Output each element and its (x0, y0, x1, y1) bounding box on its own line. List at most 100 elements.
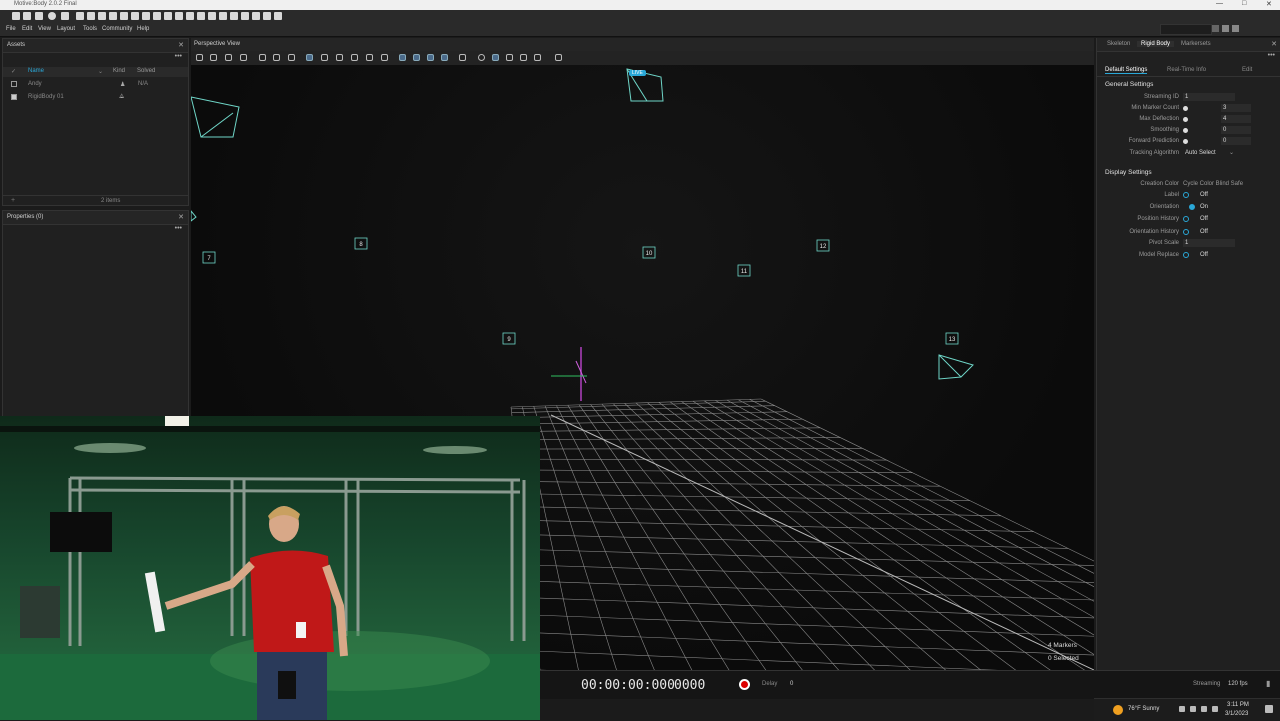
fps-meter-icon[interactable]: ▮ (1266, 679, 1270, 688)
record-icon[interactable] (120, 12, 128, 20)
search-box[interactable] (1160, 24, 1212, 35)
more-options-icon[interactable]: ••• (175, 53, 182, 60)
layout-toggle-icon[interactable] (1222, 25, 1229, 32)
col-solved[interactable]: Solved (137, 68, 155, 74)
view-3-icon[interactable] (427, 54, 434, 61)
eye-icon[interactable] (478, 54, 485, 61)
slider-handle[interactable] (1183, 128, 1188, 133)
layout-2-icon[interactable] (241, 12, 249, 20)
more-options-icon[interactable]: ••• (175, 225, 182, 232)
visibility-checkbox[interactable] (11, 81, 17, 87)
slider-handle[interactable] (1183, 139, 1188, 144)
tab-default-settings[interactable]: Default Settings (1105, 67, 1148, 74)
menu-file[interactable]: File (6, 26, 16, 32)
settings-icon[interactable] (48, 12, 56, 20)
camera-icon[interactable] (76, 12, 84, 20)
tab-edit[interactable]: Edit (1242, 67, 1252, 73)
weather-text[interactable]: 76°F Sunny (1128, 706, 1159, 712)
view-1-icon[interactable] (399, 54, 406, 61)
graph-icon[interactable] (131, 12, 139, 20)
marker-icon[interactable] (219, 12, 227, 20)
record-button[interactable] (739, 679, 750, 690)
sync-icon[interactable] (555, 54, 562, 61)
menu-layout[interactable]: Layout (57, 26, 75, 32)
clock-date[interactable]: 3/1/2023 (1225, 711, 1248, 717)
close-icon[interactable]: ✕ (1271, 40, 1277, 48)
tab-realtime-info[interactable]: Real-Time Info (1167, 67, 1206, 73)
filter-4-icon[interactable] (534, 54, 541, 61)
stop-icon[interactable] (61, 12, 69, 20)
rigidbody-pivot[interactable] (551, 347, 587, 401)
dropdown-icon[interactable] (1212, 25, 1219, 32)
menu-edit[interactable]: Edit (22, 26, 32, 32)
filter-2-icon[interactable] (506, 54, 513, 61)
weather-icon[interactable] (1113, 705, 1123, 715)
view-4-icon[interactable] (441, 54, 448, 61)
delay-input[interactable]: 0 (790, 681, 793, 687)
pivot-icon[interactable] (366, 54, 373, 61)
data-icon[interactable] (98, 12, 106, 20)
stream-icon[interactable] (175, 12, 183, 20)
maximize-button[interactable]: □ (1242, 0, 1246, 7)
open-icon[interactable] (12, 12, 20, 20)
move-icon[interactable] (321, 54, 328, 61)
model-replace-toggle[interactable] (1183, 252, 1189, 258)
tab-markersets[interactable]: Markersets (1181, 41, 1211, 47)
zoom-out-icon[interactable] (273, 54, 280, 61)
tab-skeleton[interactable]: Skeleton (1107, 41, 1130, 47)
tab-rigid-body[interactable]: Rigid Body (1137, 41, 1175, 47)
layout-4-icon[interactable] (263, 12, 271, 20)
filter-3-icon[interactable] (520, 54, 527, 61)
col-name[interactable]: Name (28, 68, 44, 74)
curve-icon[interactable] (186, 12, 194, 20)
close-icon[interactable]: ✕ (178, 41, 184, 49)
close-icon[interactable]: ✕ (178, 213, 184, 221)
calibrate-icon[interactable] (87, 12, 95, 20)
mic-icon[interactable] (1201, 706, 1207, 712)
grid-icon[interactable] (196, 54, 203, 61)
pivot-scale-field[interactable] (1183, 239, 1235, 247)
sync-icon[interactable] (197, 12, 205, 20)
select-icon[interactable] (306, 54, 313, 61)
zoom-in-icon[interactable] (259, 54, 266, 61)
layout-5-icon[interactable] (274, 12, 282, 20)
camera-frustum[interactable] (938, 354, 974, 380)
close-window-button[interactable]: ✕ (1266, 0, 1272, 8)
menu-help[interactable]: Help (137, 26, 149, 32)
label-toggle[interactable] (1183, 192, 1189, 198)
minimize-button[interactable]: — (1216, 0, 1223, 7)
layout-1-icon[interactable] (230, 12, 238, 20)
orientation-toggle[interactable] (1189, 204, 1195, 210)
orientation-history-toggle[interactable] (1183, 229, 1189, 235)
tools-icon[interactable] (164, 12, 172, 20)
list-item[interactable]: RigidBody 01 ⟁ (3, 92, 188, 104)
sort-icon[interactable]: ⌄ (98, 68, 103, 75)
list-item[interactable]: Andy ♟ N/A (3, 79, 188, 91)
pivot-icon[interactable] (208, 12, 216, 20)
network-icon[interactable] (1190, 706, 1196, 712)
save-icon[interactable] (23, 12, 31, 20)
menu-view[interactable]: View (38, 26, 51, 32)
position-history-toggle[interactable] (1183, 216, 1189, 222)
skeleton-icon[interactable] (142, 12, 150, 20)
chevron-down-icon[interactable]: ⌄ (1229, 149, 1234, 156)
camera-icon[interactable] (210, 54, 217, 61)
lock-icon[interactable] (109, 12, 117, 20)
creation-color-select[interactable]: Cycle Color Blind Safe (1183, 181, 1243, 187)
marker-icon[interactable] (381, 54, 388, 61)
copy-icon[interactable] (459, 54, 466, 61)
visibility-checkbox[interactable] (11, 94, 17, 100)
col-kind[interactable]: Kind (113, 68, 125, 74)
streaming-id-field[interactable] (1183, 93, 1235, 101)
rotate-icon[interactable] (336, 54, 343, 61)
check-all-icon[interactable]: ✓ (11, 68, 16, 75)
cross-icon[interactable] (153, 12, 161, 20)
layout-icon[interactable] (35, 12, 43, 20)
chevron-up-icon[interactable] (1179, 706, 1185, 712)
zoom-fit-icon[interactable] (288, 54, 295, 61)
slider-handle[interactable] (1183, 106, 1188, 111)
volume-icon[interactable] (1212, 706, 1218, 712)
layout-toggle-2-icon[interactable] (1232, 25, 1239, 32)
scale-icon[interactable] (351, 54, 358, 61)
notification-icon[interactable] (1265, 705, 1273, 713)
